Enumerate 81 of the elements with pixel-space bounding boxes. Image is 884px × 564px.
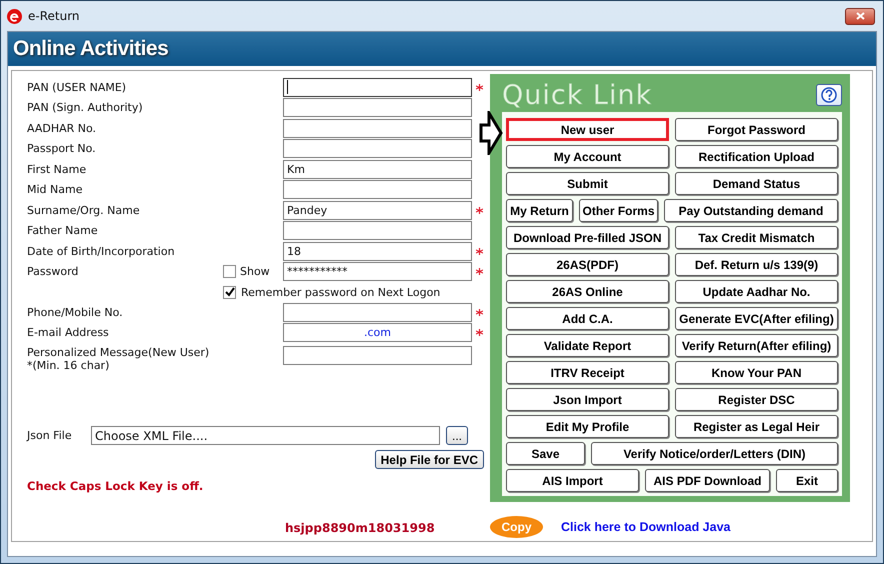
input-field[interactable] [283,139,472,158]
download-java-link[interactable]: Click here to Download Java [561,520,730,534]
quick-link-button[interactable]: Other Forms [579,199,658,222]
field-label: Date of Birth/Incorporation [27,244,176,258]
app-logo-icon [7,8,22,24]
field-label: Phone/Mobile No. [27,306,124,319]
quick-link-button[interactable]: Save [506,442,585,465]
checkbox[interactable] [223,286,236,298]
field-label: AADHAR No. [27,122,98,135]
required-icon [476,206,483,214]
code-text: hsjpp8890m18031998 [285,521,436,535]
field-label: PAN (Sign. Authority) [27,101,144,114]
field-note: *(Min. 16 char) [27,359,110,372]
quick-link-button[interactable]: Update Aadhar No. [675,280,838,303]
input-field[interactable]: .com [283,323,472,342]
input-field[interactable] [283,180,472,200]
checkbox[interactable] [223,265,236,278]
help-file-button[interactable]: Help File for EVC [374,450,484,469]
input-field[interactable]: *********** [283,262,472,282]
caps-lock-message: Check Caps Lock Key is off. [27,479,204,495]
quick-link-button[interactable]: Json Import [506,388,669,411]
field-label: First Name [27,162,88,176]
field-label: Surname/Org. Name [27,204,141,217]
quick-link-button[interactable]: Generate EVC(After efiling) [675,307,838,330]
quick-link-button[interactable]: AIS PDF Download [645,469,770,492]
help-button[interactable] [816,84,842,106]
quick-link-button[interactable]: Edit My Profile [506,415,669,438]
quick-link-button[interactable]: Verify Notice/order/Letters (DIN) [591,442,838,465]
window-title: e-Return [28,9,80,23]
required-icon [476,248,483,255]
field-label: Json File [27,429,73,442]
field-label: PAN (USER NAME) [27,80,128,94]
required-icon [476,268,483,276]
field-label: Mid Name [27,183,84,196]
close-icon [856,12,864,20]
input-field[interactable]: Km [283,160,472,179]
input-field[interactable]: 18 [283,242,472,261]
field-label: Passport No. [27,142,97,156]
required-icon [476,308,483,316]
remember-label: Remember password on Next Logon [241,286,440,298]
quick-link-button[interactable]: Submit [506,172,669,195]
panel-title: Quick Link [502,80,652,110]
quick-link-button[interactable]: Register as Legal Heir [675,415,838,438]
quick-link-button[interactable]: My Account [506,145,669,168]
quick-link-button[interactable]: Download Pre-filled JSON [506,226,669,249]
quick-link-button[interactable]: Rectification Upload [675,145,838,168]
required-icon [476,329,483,336]
field-label: E-mail Address [27,326,110,340]
field-label: Personalized Message(New User) [27,346,210,359]
input-field[interactable] [283,346,472,365]
input-field[interactable] [283,118,472,138]
quick-link-button[interactable]: 26AS(PDF) [506,253,669,276]
quick-link-button[interactable]: Demand Status [675,172,838,195]
input-field[interactable] [283,78,472,97]
quick-link-button[interactable]: New user [506,118,669,141]
field-label: Password [27,265,80,278]
input-field[interactable] [283,98,472,118]
quick-link-button[interactable]: AIS Import [506,469,639,492]
quick-link-button[interactable]: Pay Outstanding demand [664,199,838,222]
show-label: Show [240,265,270,278]
quick-link-button[interactable]: 26AS Online [506,280,669,303]
input-field[interactable] [283,302,472,322]
input-field[interactable]: Pandey [283,200,472,220]
quick-link-button[interactable]: ITRV Receipt [506,361,669,384]
close-button[interactable] [845,8,875,24]
quick-link-button[interactable]: Validate Report [506,334,669,357]
quick-link-button[interactable]: Forgot Password [675,118,838,141]
quick-link-button[interactable]: Know Your PAN [675,361,838,384]
quick-link-button[interactable]: Register DSC [675,388,838,411]
quick-link-button[interactable]: Tax Credit Mismatch [675,226,838,249]
field-label: Father Name [27,224,99,238]
required-icon [476,84,483,91]
browse-button[interactable]: ... [446,426,468,445]
page-title: Online Activities [13,37,168,61]
quick-link-button[interactable]: Add C.A. [506,307,669,330]
quick-link-button[interactable]: My Return [506,199,573,222]
quick-link-button[interactable]: Verify Return(After efiling) [675,334,838,357]
quick-link-button[interactable]: Def. Return u/s 139(9) [675,253,838,276]
file-field[interactable]: Choose XML File.... [91,426,440,445]
quick-link-button[interactable]: Exit [776,469,838,492]
input-field[interactable] [283,221,472,240]
